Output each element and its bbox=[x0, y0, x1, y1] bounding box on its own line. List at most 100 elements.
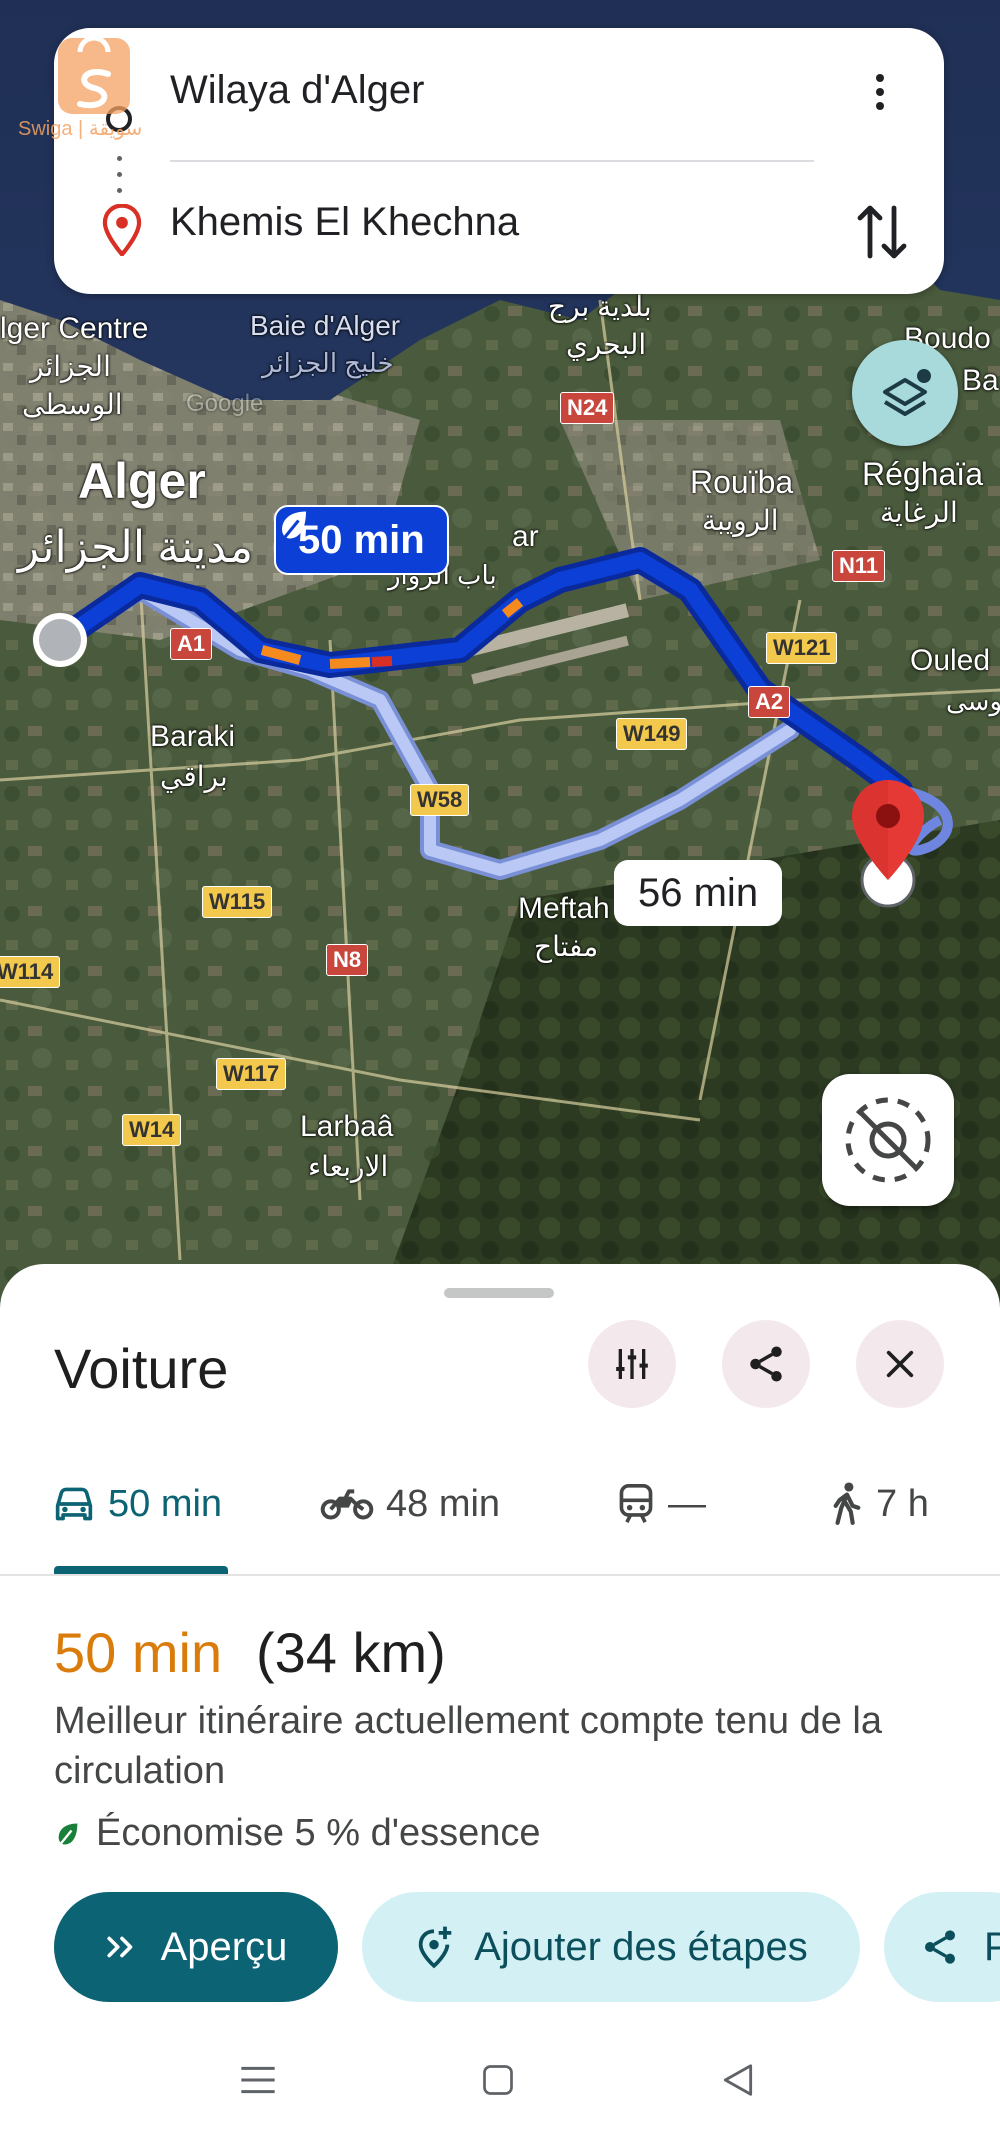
recent-apps-button[interactable] bbox=[218, 2030, 298, 2130]
add-location-icon bbox=[418, 1926, 452, 1969]
road-shield-w115: W115 bbox=[202, 886, 273, 918]
route-main-time: 50 min bbox=[298, 517, 425, 562]
location-off-icon bbox=[845, 1097, 931, 1183]
add-stops-button[interactable]: Ajouter des étapes bbox=[362, 1892, 860, 2002]
tab-walk[interactable]: 7 h bbox=[830, 1474, 929, 1534]
map-label-google: Google bbox=[186, 390, 264, 417]
eco-leaf-icon bbox=[282, 511, 306, 539]
system-navigation-bar bbox=[0, 2030, 1000, 2130]
road-shield-w14: W14 bbox=[122, 1114, 182, 1146]
layers-icon bbox=[883, 369, 931, 416]
walk-icon bbox=[833, 1482, 861, 1525]
road-shield-w117: W117 bbox=[216, 1058, 287, 1090]
home-button[interactable] bbox=[458, 2030, 538, 2130]
directions-search-card: Wilaya d'Alger Khemis El Khechna bbox=[54, 28, 944, 294]
map-label-alger-centre: lger Centre bbox=[0, 312, 149, 345]
map-label-meftah: Meftah bbox=[518, 892, 610, 925]
back-triangle-icon bbox=[723, 2064, 753, 2096]
preview-button-label: Aperçu bbox=[160, 1924, 288, 1969]
add-stops-button-label: Ajouter des étapes bbox=[474, 1924, 808, 1969]
map-label-bordj-ar: بلدية برج bbox=[548, 291, 652, 322]
share-button[interactable] bbox=[722, 1320, 810, 1408]
compass-recenter-button[interactable] bbox=[822, 1074, 954, 1206]
field-divider bbox=[170, 160, 814, 162]
map-label-alger-centre-ar2: الوسطى bbox=[22, 389, 123, 420]
route-main-time-bubble[interactable]: 50 min bbox=[274, 505, 449, 575]
back-button[interactable] bbox=[698, 2030, 778, 2130]
menu-icon bbox=[241, 2066, 275, 2094]
watermark-text: Swiga | سويقة bbox=[18, 118, 143, 140]
route-duration: 50 min bbox=[54, 1621, 223, 1684]
road-shield-w149: W149 bbox=[616, 718, 688, 750]
road-shield-w121: W121 bbox=[766, 632, 838, 664]
eco-leaf-icon bbox=[58, 1823, 78, 1844]
road-shield-n24: N24 bbox=[560, 392, 615, 424]
destination-field[interactable]: Khemis El Khechna bbox=[170, 200, 519, 245]
map-label-baraki-ar: براقي bbox=[160, 761, 228, 792]
map-label-alger-centre-ar: الجزائر bbox=[30, 351, 111, 382]
sheet-title: Voiture bbox=[54, 1337, 229, 1400]
origin-field[interactable]: Wilaya d'Alger bbox=[170, 68, 424, 113]
map-label-alger-ar: مدينة الجزائر bbox=[18, 523, 254, 572]
map-label-larbaa: Larbaâ bbox=[300, 1110, 394, 1143]
map-label-alger: Alger bbox=[78, 453, 206, 509]
map-label-reghaia: Réghaïa bbox=[862, 456, 983, 492]
tab-motorcycle[interactable]: 48 min bbox=[320, 1474, 500, 1534]
route-dot bbox=[117, 172, 122, 177]
eco-note-row: Économise 5 % d'essence bbox=[54, 1812, 541, 1855]
sheet-drag-handle[interactable] bbox=[444, 1288, 554, 1298]
map-label-meftah-ar: مفتاح bbox=[534, 931, 599, 962]
map-label-reghaia-ar: الرغاية bbox=[880, 497, 958, 528]
train-icon bbox=[619, 1484, 653, 1523]
motorcycle-icon bbox=[320, 1489, 374, 1520]
map-label-rouiba-ar: الرويبة bbox=[702, 505, 779, 536]
share-route-button[interactable]: P bbox=[884, 1892, 1000, 2002]
tune-icon bbox=[616, 1349, 648, 1379]
double-chevron-icon bbox=[107, 1936, 132, 1958]
share-route-button-label: P bbox=[984, 1924, 1000, 1969]
road-shield-a1: A1 bbox=[170, 628, 213, 660]
map-label-baraki: Baraki bbox=[150, 720, 236, 753]
map-label-rouiba: Rouïba bbox=[690, 464, 794, 500]
share-icon bbox=[925, 1930, 955, 1964]
map-label-ouled: Ouled bbox=[910, 644, 991, 677]
directions-bottom-sheet: Voiture 50 min 48 min — 7 h 50 min (34 k… bbox=[0, 1264, 1000, 2141]
route-options-button[interactable] bbox=[588, 1320, 676, 1408]
share-icon bbox=[750, 1346, 782, 1382]
map-label-ba: Ba bbox=[962, 364, 999, 397]
swap-direction-button[interactable] bbox=[856, 200, 908, 264]
close-icon bbox=[886, 1350, 914, 1378]
route-alt-time: 56 min bbox=[638, 870, 759, 915]
more-dot bbox=[876, 74, 884, 82]
preview-button[interactable]: Aperçu bbox=[54, 1892, 338, 2002]
close-button[interactable] bbox=[856, 1320, 944, 1408]
road-shield-n8: N8 bbox=[326, 944, 369, 976]
home-square-icon bbox=[483, 2065, 513, 2095]
tab-motorcycle-label: 48 min bbox=[386, 1482, 501, 1525]
map-layers-button[interactable] bbox=[852, 340, 958, 446]
route-alt-time-bubble[interactable]: 56 min bbox=[614, 860, 783, 926]
more-options-button[interactable] bbox=[860, 68, 900, 128]
tab-car-label: 50 min bbox=[108, 1482, 223, 1525]
car-icon bbox=[55, 1487, 93, 1521]
route-dot bbox=[117, 188, 122, 193]
map-label-baie: Baie d'Alger bbox=[250, 310, 401, 341]
road-shield-a2: A2 bbox=[748, 686, 791, 718]
tab-walk-label: 7 h bbox=[876, 1482, 929, 1525]
more-dot bbox=[876, 88, 884, 96]
active-tab-indicator bbox=[54, 1566, 228, 1574]
route-distance: (34 km) bbox=[256, 1621, 446, 1684]
map-label-bordj-ar2: البحري bbox=[566, 329, 647, 360]
tab-transit-label: — bbox=[668, 1482, 706, 1525]
destination-pin-icon bbox=[852, 780, 924, 880]
route-description: Meilleur itinéraire actuellement compte … bbox=[54, 1700, 882, 1792]
tab-transit[interactable]: — bbox=[616, 1474, 706, 1534]
map-label-larbaa-ar: الاربعاء bbox=[308, 1151, 389, 1182]
road-shield-n11: N11 bbox=[832, 550, 886, 582]
destination-pin-icon bbox=[102, 204, 142, 256]
route-dot bbox=[117, 156, 122, 161]
tabs-divider bbox=[0, 1574, 1000, 1576]
road-shield-w58: W58 bbox=[410, 784, 470, 816]
tab-car[interactable]: 50 min bbox=[52, 1474, 222, 1534]
map-label-bab-ezzouar: ar bbox=[512, 520, 539, 553]
